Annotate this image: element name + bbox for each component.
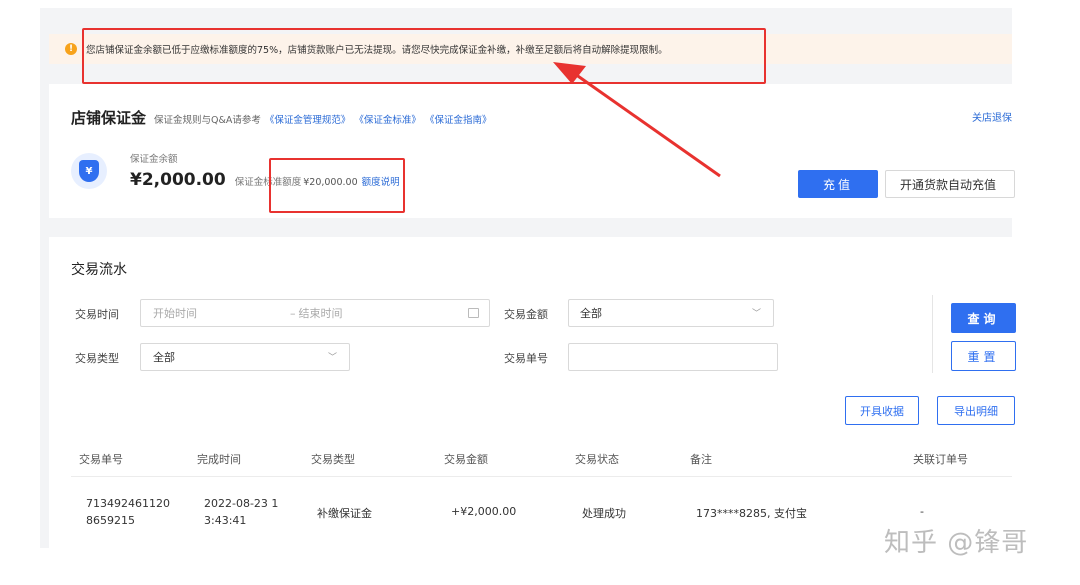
page-canvas: ! 您店铺保证金余额已低于应缴标准额度的75%，店铺货款账户已无法提现。请您尽快…: [0, 0, 1080, 585]
watermark: 知乎 @锋哥: [884, 528, 1029, 558]
arrow-shaft: [574, 72, 721, 178]
annotation-arrow-icon: [553, 62, 721, 178]
arrow-head: [553, 62, 586, 84]
